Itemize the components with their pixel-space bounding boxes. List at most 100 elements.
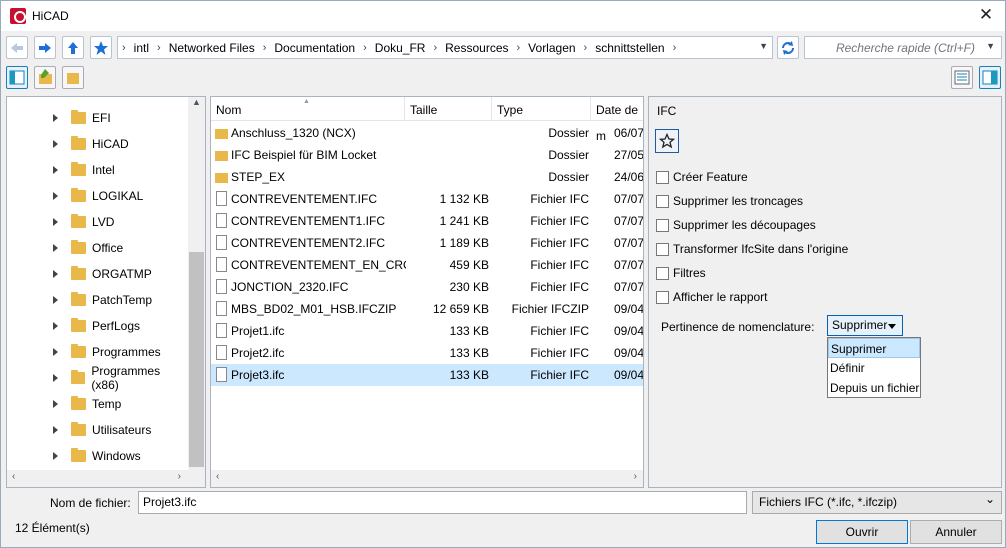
option-supprimer-troncages[interactable]: Supprimer les troncages <box>656 194 803 208</box>
tree-item[interactable]: PatchTemp <box>7 287 187 313</box>
checkbox[interactable] <box>656 218 669 232</box>
tree-horizontal-scrollbar[interactable]: ‹ › <box>7 470 205 487</box>
filetype-select[interactable]: Fichiers IFC (*.ifc, *.ifczip) <box>752 489 1002 514</box>
expand-icon[interactable] <box>53 426 58 434</box>
refresh-button[interactable] <box>777 36 799 59</box>
new-folder-button[interactable] <box>34 66 56 89</box>
filename-input[interactable]: Projet3.ifc <box>138 491 747 514</box>
breadcrumb-schnittstellen[interactable]: schnittstellen <box>591 41 668 55</box>
file-list-horizontal-scrollbar[interactable]: ‹ › <box>211 470 643 487</box>
column-header-size[interactable]: Taille <box>405 97 492 121</box>
navigation-pane-button[interactable] <box>6 66 28 89</box>
dropdown-option-supprimer[interactable]: Supprimer <box>828 338 920 358</box>
forward-button[interactable] <box>34 36 56 59</box>
checkbox[interactable] <box>656 242 669 256</box>
option-afficher-rapport[interactable]: Afficher le rapport <box>656 290 768 304</box>
tree-item[interactable]: Programmes <box>7 339 187 365</box>
file-row[interactable]: Projet2.ifc 133 KB Fichier IFC 09/04 <box>211 342 643 364</box>
file-row[interactable]: CONTREVENTEMENT1.IFC 1 241 KB Fichier IFC 0… <box>211 210 643 232</box>
file-name: Anschluss_1320 (NCX) <box>231 126 356 140</box>
chevron-down-icon[interactable]: ▼ <box>759 41 768 51</box>
expand-icon[interactable] <box>53 218 58 226</box>
dropdown-option-definir[interactable]: Définir <box>828 358 920 378</box>
dropdown-option-depuis-fichier[interactable]: Depuis un fichier <box>828 378 920 398</box>
breadcrumb-networked-files[interactable]: Networked Files <box>165 41 259 55</box>
breadcrumb-ressources[interactable]: Ressources <box>441 41 512 55</box>
tree-item[interactable]: Windows <box>7 443 187 469</box>
checkbox[interactable] <box>656 290 669 304</box>
search-input[interactable] <box>805 37 975 58</box>
option-filtres[interactable]: Filtres <box>656 266 706 280</box>
expand-icon[interactable] <box>53 348 58 356</box>
pertinence-select[interactable]: Supprimer <box>827 315 903 336</box>
expand-icon[interactable] <box>53 322 58 330</box>
file-size: 12 659 KB <box>432 302 489 316</box>
breadcrumb-intl[interactable]: intl <box>130 41 153 55</box>
file-row[interactable]: MBS_BD02_M01_HSB.IFCZIP 12 659 KB Fichier … <box>211 298 643 320</box>
breadcrumb[interactable]: › intl › Networked Files › Documentation… <box>117 36 773 59</box>
tree-item[interactable]: Temp <box>7 391 187 417</box>
tree-item[interactable]: Office <box>7 235 187 261</box>
tree-item[interactable]: Utilisateurs <box>7 417 187 443</box>
checkbox[interactable] <box>656 266 669 280</box>
breadcrumb-doku-fr[interactable]: Doku_FR <box>371 41 430 55</box>
tree-item[interactable]: LVD <box>7 209 187 235</box>
close-icon[interactable]: ✕ <box>975 5 997 27</box>
cancel-button[interactable]: Annuler <box>910 520 1002 544</box>
file-row[interactable]: CONTREVENTEMENT.IFC 1 132 KB Fichier IFC 07… <box>211 188 643 210</box>
file-row[interactable]: Projet1.ifc 133 KB Fichier IFC 09/04 <box>211 320 643 342</box>
expand-icon[interactable] <box>53 166 58 174</box>
option-transformer-ifcsite[interactable]: Transformer IfcSite dans l'origine <box>656 242 848 256</box>
tree-item[interactable]: Intel <box>7 157 187 183</box>
file-row[interactable]: CONTREVENTEMENT_EN_CRO... 459 KB Fichier I… <box>211 254 643 276</box>
file-row[interactable]: JONCTION_2320.IFC 230 KB Fichier IFC 07/07 <box>211 276 643 298</box>
back-button[interactable] <box>6 36 28 59</box>
scroll-thumb[interactable] <box>189 252 204 467</box>
tree-item[interactable]: ORGATMP <box>7 261 187 287</box>
checkbox[interactable] <box>656 170 669 184</box>
file-size: 459 KB <box>449 258 489 272</box>
file-row[interactable]: IFC Beispiel für BIM Locket Dossier 27/05 <box>211 144 643 166</box>
open-button[interactable]: Ouvrir <box>816 520 908 544</box>
column-header-date[interactable]: Date de m <box>591 97 643 143</box>
file-row[interactable]: Anschluss_1320 (NCX) Dossier 06/07 <box>211 122 643 144</box>
expand-icon[interactable] <box>53 400 58 408</box>
folder-tree: EFI HiCAD Intel LOGIKAL LVD Office ORGAT… <box>6 96 206 488</box>
expand-icon[interactable] <box>53 374 58 382</box>
expand-icon[interactable] <box>53 452 58 460</box>
file-row[interactable]: Projet3.ifc 133 KB Fichier IFC 09/04 <box>211 364 643 386</box>
tree-vertical-scrollbar[interactable]: ▲ <box>188 97 205 470</box>
expand-icon[interactable] <box>53 244 58 252</box>
file-row[interactable]: CONTREVENTEMENT2.IFC 1 189 KB Fichier IFC 0… <box>211 232 643 254</box>
breadcrumb-documentation[interactable]: Documentation <box>270 41 359 55</box>
preview-pane-button[interactable] <box>979 66 1001 89</box>
expand-icon[interactable] <box>53 140 58 148</box>
file-row[interactable]: STEP_EX Dossier 24/06 <box>211 166 643 188</box>
checkbox[interactable] <box>656 194 669 208</box>
option-creer-feature[interactable]: Créer Feature <box>656 170 748 184</box>
expand-icon[interactable] <box>53 270 58 278</box>
chevron-down-icon[interactable]: ▼ <box>986 41 995 51</box>
tree-item[interactable]: EFI <box>7 105 187 131</box>
file-name: Projet1.ifc <box>231 324 285 338</box>
column-header-type[interactable]: Type <box>492 97 591 121</box>
tree-item[interactable]: LOGIKAL <box>7 183 187 209</box>
search-box[interactable]: ▼ <box>804 36 1002 59</box>
folder-button[interactable] <box>62 66 84 89</box>
file-size: 133 KB <box>449 346 489 360</box>
navigation-bar: › intl › Networked Files › Documentation… <box>1 35 1005 61</box>
folder-icon <box>71 162 86 176</box>
favorites-star-button[interactable] <box>655 129 679 153</box>
option-supprimer-decoupages[interactable]: Supprimer les découpages <box>656 218 816 232</box>
tree-item[interactable]: HiCAD <box>7 131 187 157</box>
favorites-button[interactable] <box>90 36 112 59</box>
details-view-button[interactable] <box>951 66 973 89</box>
breadcrumb-vorlagen[interactable]: Vorlagen <box>524 41 579 55</box>
tree-item[interactable]: Programmes (x86) <box>7 364 187 392</box>
expand-icon[interactable] <box>53 192 58 200</box>
up-button[interactable] <box>62 36 84 59</box>
expand-icon[interactable] <box>53 296 58 304</box>
folder-icon <box>71 370 86 384</box>
expand-icon[interactable] <box>53 114 58 122</box>
tree-item[interactable]: PerfLogs <box>7 313 187 339</box>
